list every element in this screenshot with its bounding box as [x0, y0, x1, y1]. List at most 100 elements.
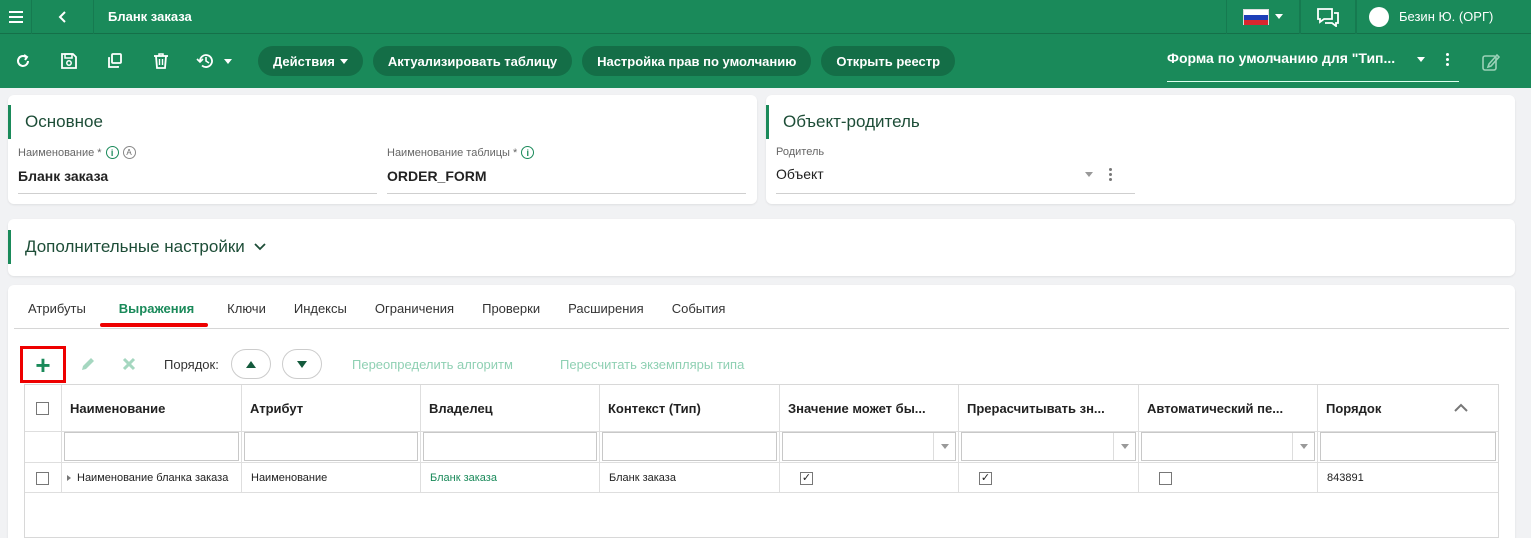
info-icon[interactable]: i: [521, 146, 535, 159]
column-header[interactable]: Порядок: [1318, 385, 1498, 431]
filter-select-automatic[interactable]: [1141, 432, 1315, 461]
copy-button[interactable]: [92, 34, 138, 88]
actions-button[interactable]: Действия: [258, 46, 363, 76]
actions-label: Действия: [273, 53, 335, 69]
tab-keys[interactable]: Ключи: [213, 294, 280, 328]
row-automatic-cell: [1139, 463, 1318, 493]
plus-icon: +: [35, 349, 51, 380]
name-field-label-wrap: Наименование * i A: [18, 146, 136, 159]
filter-input-owner[interactable]: [423, 432, 597, 461]
filter-input-attribute[interactable]: [244, 432, 418, 461]
row-checkbox[interactable]: [36, 471, 49, 485]
history-button[interactable]: [184, 34, 244, 88]
move-down-button[interactable]: [282, 349, 322, 379]
edit-form-button[interactable]: [1474, 46, 1508, 78]
info-icon[interactable]: i: [105, 146, 119, 159]
more-vertical-icon[interactable]: [1108, 168, 1112, 181]
arrow-down-icon: [297, 360, 307, 368]
form-selector-value: Форма по умолчанию для "Тип...: [1167, 50, 1396, 66]
tab-events[interactable]: События: [658, 294, 740, 328]
back-button[interactable]: [32, 0, 94, 34]
chevron-down-icon: [1275, 14, 1283, 19]
filter-select-recalculate[interactable]: [961, 432, 1136, 461]
chevron-down-icon: [224, 58, 232, 64]
parent-field-label: Родитель: [776, 146, 825, 158]
table-name-field-label: Наименование таблицы *: [387, 146, 518, 159]
chat-icon: [1317, 7, 1339, 27]
main-section-title: Основное: [8, 105, 103, 139]
chat-button[interactable]: [1300, 0, 1356, 34]
column-header[interactable]: Прерасчитывать зн...: [959, 385, 1139, 431]
translate-icon[interactable]: A: [122, 146, 136, 159]
override-algorithm-button[interactable]: Переопределить алгоритм: [352, 357, 513, 372]
automatic-checkbox[interactable]: [1159, 471, 1172, 485]
parent-select[interactable]: Объект: [776, 166, 824, 182]
tab-indexes[interactable]: Индексы: [280, 294, 361, 328]
tab-constraints[interactable]: Ограничения: [361, 294, 468, 328]
row-name: Наименование бланка заказа: [77, 472, 229, 484]
column-header[interactable]: Владелец: [421, 385, 600, 431]
user-menu[interactable]: Безин Ю. (ОРГ): [1356, 0, 1531, 34]
table-name-label-wrap: Наименование таблицы * i: [387, 146, 535, 159]
name-field[interactable]: Бланк заказа: [18, 168, 108, 184]
row-attribute: Наименование: [251, 472, 328, 484]
table-row: [25, 463, 62, 493]
add-button[interactable]: +: [20, 346, 66, 383]
avatar: [1369, 6, 1389, 27]
move-up-button[interactable]: [231, 349, 271, 379]
order-label: Порядок:: [164, 357, 219, 372]
tab-attributes[interactable]: Атрибуты: [14, 294, 100, 328]
select-all-checkbox[interactable]: [36, 401, 49, 415]
column-header[interactable]: Атрибут: [242, 385, 421, 431]
refresh-table-button[interactable]: Актуализировать таблицу: [372, 46, 573, 76]
column-header[interactable]: Автоматический пе...: [1139, 385, 1318, 431]
close-icon: [122, 357, 136, 371]
column-header[interactable]: Контекст (Тип): [600, 385, 780, 431]
main-section: Основное Наименование * i A Бланк заказа…: [8, 95, 757, 204]
extra-settings-title: Дополнительные настройки: [25, 237, 245, 256]
filter-input-order[interactable]: [1320, 432, 1496, 461]
chevron-down-icon: [254, 243, 266, 251]
column-header[interactable]: Значение может бы...: [780, 385, 959, 431]
refresh-button[interactable]: [0, 34, 46, 88]
save-icon: [61, 53, 77, 69]
delete-button[interactable]: [138, 34, 184, 88]
tab-extensions[interactable]: Расширения: [554, 294, 658, 328]
form-selector[interactable]: Форма по умолчанию для "Тип...: [1167, 46, 1459, 82]
recalculate-checkbox[interactable]: ✓: [979, 471, 992, 485]
table-name-field[interactable]: ORDER_FORM: [387, 168, 487, 184]
chevron-up-icon[interactable]: [1454, 403, 1468, 412]
hamburger-icon: [8, 10, 23, 23]
value-can-be-checkbox[interactable]: ✓: [800, 471, 813, 485]
parent-field-underline: [776, 193, 1135, 194]
expand-caret-icon[interactable]: [67, 475, 71, 481]
menu-button[interactable]: [0, 0, 32, 34]
open-registry-button[interactable]: Открыть реестр: [821, 46, 956, 76]
more-vertical-icon[interactable]: [1445, 53, 1449, 66]
table-name-field-underline: [387, 193, 746, 194]
row-owner-link[interactable]: Бланк заказа: [421, 463, 600, 493]
extra-settings-title-wrap: Дополнительные настройки: [8, 230, 266, 264]
delete-row-button[interactable]: [118, 353, 140, 375]
save-button[interactable]: [46, 34, 92, 88]
parent-section: Объект-родитель Родитель Объект: [766, 95, 1515, 204]
tab-checks[interactable]: Проверки: [468, 294, 554, 328]
filter-select-value-can-be[interactable]: [782, 432, 956, 461]
arrow-up-icon: [246, 360, 256, 368]
filter-input-context[interactable]: [602, 432, 777, 461]
language-selector[interactable]: [1226, 0, 1300, 34]
chevron-down-icon[interactable]: [1085, 172, 1093, 177]
filter-input-name[interactable]: [64, 432, 239, 461]
tab-bar: Атрибуты Выражения Ключи Индексы Огранич…: [14, 294, 1509, 329]
dropdown-arrow-icon: [933, 433, 955, 460]
row-name-cell[interactable]: Наименование бланка заказа: [62, 463, 242, 493]
row-value-can-be-cell: ✓: [780, 463, 959, 493]
column-header[interactable]: Наименование: [62, 385, 242, 431]
pencil-icon: [82, 358, 94, 370]
extra-settings-section[interactable]: Дополнительные настройки: [8, 219, 1515, 276]
chevron-down-icon: [1417, 57, 1425, 62]
default-rights-button[interactable]: Настройка прав по умолчанию: [582, 46, 812, 76]
top-bar: Бланк заказа Безин Ю. (ОРГ): [0, 0, 1531, 34]
edit-row-button[interactable]: [77, 353, 99, 375]
recalculate-instances-button[interactable]: Пересчитать экземпляры типа: [560, 357, 744, 372]
